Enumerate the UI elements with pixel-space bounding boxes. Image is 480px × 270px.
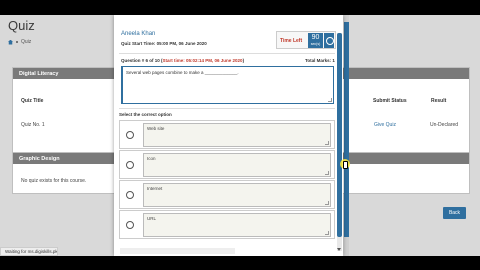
modal-scrollbar[interactable] <box>337 33 342 251</box>
option-text: Icon <box>143 153 331 177</box>
modal-footer-bar <box>120 248 235 254</box>
time-left-unit: sec(s) <box>310 42 321 46</box>
column-header-result: Result <box>431 98 447 104</box>
question-info: Question # 6 of 10 (Start time: 05:02:14… <box>121 58 244 63</box>
breadcrumb-current: Quiz <box>21 39 32 45</box>
breadcrumb: Quiz <box>8 39 31 45</box>
select-option-label: Select the correct option <box>119 112 172 117</box>
option-label: Icon <box>147 156 156 161</box>
option-radio[interactable] <box>126 221 134 229</box>
option-row[interactable]: Internet <box>119 180 335 209</box>
option-radio[interactable] <box>126 161 134 169</box>
page-scrollbar[interactable] <box>344 15 349 256</box>
quiz-modal: Aneela Khan Quiz Start Time: 05:00 PM, 0… <box>114 15 343 256</box>
option-label: Web site <box>147 126 165 131</box>
divider <box>119 53 335 54</box>
time-left-value: 90 sec(s) <box>308 33 323 48</box>
column-header-quiz-title: Quiz Title <box>21 98 44 104</box>
result-cell: Un-Declared <box>430 122 459 128</box>
clock-icon <box>324 33 334 48</box>
option-row[interactable]: URL <box>119 210 335 239</box>
resize-handle-icon[interactable] <box>325 201 329 205</box>
back-button[interactable]: Back <box>443 207 466 219</box>
time-left-label: Time Left <box>280 38 303 44</box>
modal-scrollbar-thumb[interactable] <box>337 33 342 237</box>
quiz-start-time: Quiz Start Time: 05:00 PM, 06 June 2020 <box>121 41 207 46</box>
resize-handle-icon[interactable] <box>328 98 332 102</box>
question-number: Question # 6 of 10 ( <box>121 58 163 63</box>
mouse-cursor-icon <box>340 159 350 169</box>
time-left-box: Time Left 90 sec(s) <box>276 31 336 49</box>
option-text: Web site <box>143 123 331 147</box>
question-text: Several web pages combine to make a ____… <box>126 70 239 75</box>
question-text-box: Several web pages combine to make a ____… <box>121 66 334 104</box>
column-header-submit-status: Submit Status <box>373 98 407 104</box>
page-title: Quiz <box>8 18 35 33</box>
browser-viewport: Quiz Quiz Digital Literacy Quiz Title Su… <box>0 15 480 256</box>
quiz-title-cell: Quiz No. 1 <box>21 122 45 128</box>
total-marks: Total Marks: 1 <box>305 58 335 63</box>
question-info-close: ) <box>242 58 245 63</box>
breadcrumb-separator-icon <box>16 41 18 43</box>
page-scrollbar-thumb[interactable] <box>344 22 349 237</box>
question-start-time: Start time: 05:02:14 PM, 06 June 2020 <box>162 58 243 63</box>
option-text: Internet <box>143 183 331 207</box>
student-name: Aneela Khan <box>121 31 156 37</box>
time-left-number: 90 <box>311 34 320 41</box>
resize-handle-icon[interactable] <box>325 231 329 235</box>
option-radio[interactable] <box>126 131 134 139</box>
empty-message: No quiz exists for this course. <box>21 178 87 184</box>
option-row[interactable]: Icon <box>119 150 335 179</box>
home-icon[interactable] <box>8 39 13 45</box>
option-text: URL <box>143 213 331 237</box>
option-radio[interactable] <box>126 191 134 199</box>
give-quiz-link[interactable]: Give Quiz <box>374 122 396 128</box>
scroll-down-arrow-icon[interactable] <box>337 248 341 251</box>
option-row[interactable]: Web site <box>119 120 335 149</box>
option-label: Internet <box>147 186 163 191</box>
resize-handle-icon[interactable] <box>325 171 329 175</box>
resize-handle-icon[interactable] <box>325 141 329 145</box>
divider <box>119 108 335 109</box>
browser-status-bar: Waiting for ms.digiskills.pk... <box>0 247 58 256</box>
option-label: URL <box>147 216 157 221</box>
